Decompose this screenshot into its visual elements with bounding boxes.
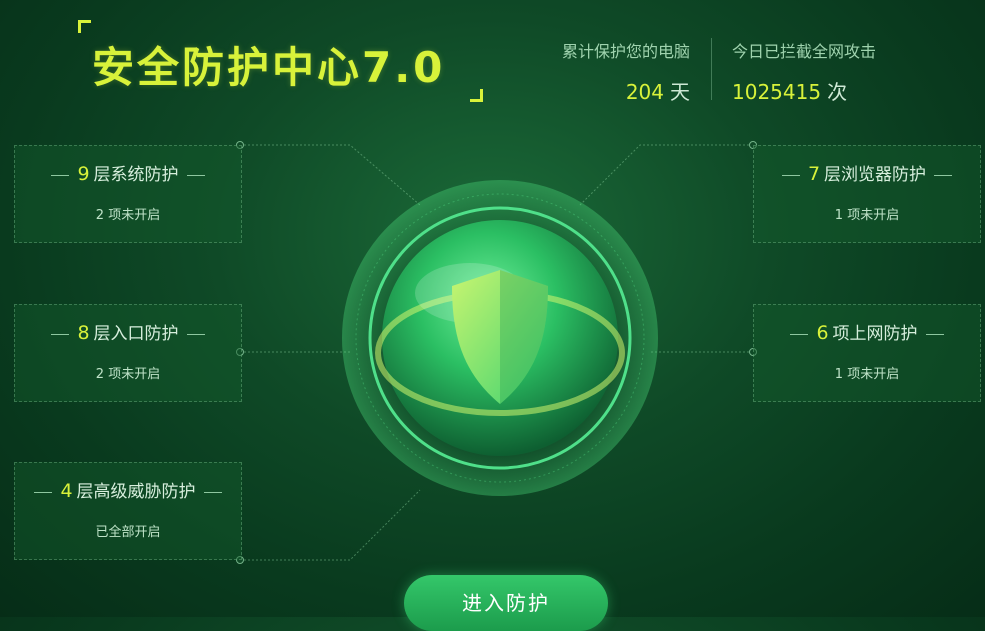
enter-protection-button[interactable]: 进入防护 xyxy=(404,575,608,631)
entry-protection-card[interactable]: 8 层入口防护 2 项未开启 xyxy=(14,304,242,402)
browser-protection-card[interactable]: 7 层浏览器防护 1 项未开启 xyxy=(753,145,981,243)
card-header: 6 项上网防护 xyxy=(754,319,980,344)
card-status: 2 项未开启 xyxy=(95,367,161,382)
card-status: 1 项未开启 xyxy=(834,208,900,223)
card-title: 层系统防护 xyxy=(93,165,179,185)
advanced-threat-protection-card[interactable]: 4 层高级威胁防护 已全部开启 xyxy=(14,462,242,560)
card-header: 7 层浏览器防护 xyxy=(754,160,980,185)
card-title: 层高级威胁防护 xyxy=(76,482,196,502)
card-status: 已全部开启 xyxy=(95,525,161,540)
card-count: 6 xyxy=(816,322,829,344)
internet-protection-card[interactable]: 6 项上网防护 1 项未开启 xyxy=(753,304,981,402)
card-title: 层浏览器防护 xyxy=(824,165,927,185)
card-count: 8 xyxy=(77,322,90,344)
card-status: 1 项未开启 xyxy=(834,367,900,382)
card-count: 7 xyxy=(807,163,821,185)
card-count: 4 xyxy=(60,480,73,502)
card-header: 8 层入口防护 xyxy=(15,319,241,344)
shield-globe-icon xyxy=(342,180,658,496)
card-count: 9 xyxy=(77,163,90,185)
card-title: 项上网防护 xyxy=(832,324,918,344)
card-title: 层入口防护 xyxy=(93,324,179,344)
card-header: 9 层系统防护 xyxy=(15,160,241,185)
system-protection-card[interactable]: 9 层系统防护 2 项未开启 xyxy=(14,145,242,243)
card-status: 2 项未开启 xyxy=(95,208,161,223)
card-header: 4 层高级威胁防护 xyxy=(15,477,241,502)
